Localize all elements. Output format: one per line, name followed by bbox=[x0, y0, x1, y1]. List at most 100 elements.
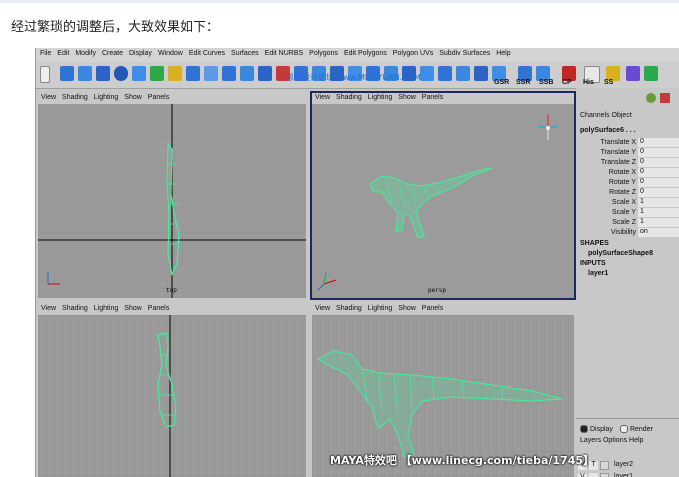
channel-box-panel: Channels Object polySurface6 . . . Trans… bbox=[576, 88, 679, 477]
vp-menu-shading[interactable]: Shading bbox=[333, 304, 365, 312]
vp-menu-show[interactable]: Show bbox=[121, 93, 145, 101]
channel-row[interactable]: Scale X1 bbox=[576, 198, 679, 208]
menu-modify[interactable]: Modify bbox=[71, 48, 98, 57]
layer-row[interactable]: V layer1 bbox=[578, 473, 678, 477]
channel-value[interactable]: 0 bbox=[638, 178, 679, 187]
shelf-tool-icon[interactable] bbox=[258, 66, 272, 81]
vp-menu-panels[interactable]: Panels bbox=[145, 304, 172, 312]
shelf-tool-icon[interactable] bbox=[240, 66, 254, 81]
viewport-persp[interactable]: View Shading Lighting Show Panels persp bbox=[310, 91, 576, 300]
vp-menu-lighting[interactable]: Lighting bbox=[91, 93, 122, 101]
channel-row[interactable]: Visibility on bbox=[576, 228, 679, 238]
layer-color-swatch[interactable] bbox=[600, 473, 609, 477]
vp-menu-panels[interactable]: Panels bbox=[419, 304, 446, 312]
menu-edit-nurbs[interactable]: Edit NURBS bbox=[261, 48, 306, 57]
layer-visibility-toggle[interactable]: V bbox=[578, 473, 587, 477]
menu-edit-curves[interactable]: Edit Curves bbox=[185, 48, 227, 57]
vp-menu-show[interactable]: Show bbox=[395, 93, 419, 101]
shelf-tool-icon[interactable] bbox=[420, 66, 434, 81]
vp-menu-view[interactable]: View bbox=[38, 93, 59, 101]
channel-value[interactable]: 1 bbox=[638, 198, 679, 207]
input-name[interactable]: layer1 bbox=[588, 270, 608, 277]
vp-menu-shading[interactable]: Shading bbox=[59, 93, 91, 101]
channel-value[interactable]: 1 bbox=[638, 208, 679, 217]
object-name[interactable]: polySurface6 . . . bbox=[580, 127, 636, 134]
layer-menu-help[interactable]: Help bbox=[629, 437, 643, 444]
shelf-tool-icon[interactable] bbox=[626, 66, 640, 81]
channel-value[interactable]: 0 bbox=[638, 168, 679, 177]
viewport-top[interactable]: View Shading Lighting Show Panels top bbox=[38, 93, 306, 298]
vp-menu-shading[interactable]: Shading bbox=[59, 304, 91, 312]
menu-surfaces[interactable]: Surfaces bbox=[227, 48, 261, 57]
menu-file[interactable]: File bbox=[36, 48, 53, 57]
shelf-handle-icon[interactable] bbox=[40, 66, 50, 83]
shelf-tool-icon[interactable] bbox=[222, 66, 236, 81]
vp-menu-panels[interactable]: Panels bbox=[419, 93, 446, 101]
shelf-label-gsr: GSR bbox=[494, 79, 510, 86]
menu-subdiv-surfaces[interactable]: Subdiv Surfaces bbox=[435, 48, 492, 57]
menu-polygons[interactable]: Polygons bbox=[305, 48, 340, 57]
vp-menu-view[interactable]: View bbox=[312, 93, 333, 101]
panel-toolbar-icon[interactable] bbox=[646, 93, 656, 103]
channel-row[interactable]: Rotate Z0 bbox=[576, 188, 679, 198]
tab-object[interactable]: Object bbox=[612, 112, 632, 119]
vp-menu-view[interactable]: View bbox=[38, 304, 59, 312]
vp-menu-shading[interactable]: Shading bbox=[333, 93, 365, 101]
vp-menu-lighting[interactable]: Lighting bbox=[365, 93, 396, 101]
shelf-tool-icon[interactable] bbox=[644, 66, 658, 81]
channel-row[interactable]: Translate Z0 bbox=[576, 158, 679, 168]
layer-name[interactable]: layer2 bbox=[614, 461, 633, 468]
shelf-tool-icon[interactable] bbox=[474, 66, 488, 81]
vp-menu-lighting[interactable]: Lighting bbox=[365, 304, 396, 312]
viewport-persp-canvas bbox=[312, 104, 574, 298]
vp-menu-show[interactable]: Show bbox=[121, 304, 145, 312]
vp-menu-lighting[interactable]: Lighting bbox=[91, 304, 122, 312]
channel-row[interactable]: Rotate X0 bbox=[576, 168, 679, 178]
layer-color-swatch[interactable] bbox=[600, 461, 609, 470]
menu-help[interactable]: Help bbox=[492, 48, 512, 57]
shelf-tool-icon[interactable] bbox=[96, 66, 110, 81]
shape-name[interactable]: polySurfaceShape8 bbox=[588, 250, 653, 257]
layer-template-toggle[interactable] bbox=[589, 473, 598, 477]
channel-row[interactable]: Rotate Y0 bbox=[576, 178, 679, 188]
channel-name: Translate X bbox=[600, 139, 636, 146]
shelf-tool-icon[interactable] bbox=[150, 66, 164, 81]
shelf-tool-icon[interactable] bbox=[132, 66, 146, 81]
shelf-tool-icon[interactable] bbox=[438, 66, 452, 81]
channel-value[interactable]: 0 bbox=[638, 138, 679, 147]
menu-window[interactable]: Window bbox=[154, 48, 185, 57]
shelf-tool-icon[interactable] bbox=[78, 66, 92, 81]
layer-menu-layers[interactable]: Layers bbox=[580, 437, 601, 444]
shelf-tool-icon[interactable] bbox=[60, 66, 74, 81]
channel-value[interactable]: 0 bbox=[638, 148, 679, 157]
layer-name[interactable]: layer1 bbox=[614, 473, 633, 477]
menu-display[interactable]: Display bbox=[125, 48, 154, 57]
render-radio[interactable]: Render bbox=[620, 425, 653, 433]
menu-polygon-uvs[interactable]: Polygon UVs bbox=[389, 48, 435, 57]
viewport-side[interactable]: View Shading Lighting Show Panels bbox=[38, 304, 306, 477]
channel-row[interactable]: Translate X0 bbox=[576, 138, 679, 148]
channel-row[interactable]: Scale Z1 bbox=[576, 218, 679, 228]
channel-value[interactable]: 1 bbox=[638, 218, 679, 227]
shelf-watermark: 思缘设计论坛 www.MISSYUAN.COM bbox=[286, 73, 421, 82]
vp-menu-show[interactable]: Show bbox=[395, 304, 419, 312]
display-radio[interactable]: Display bbox=[580, 425, 613, 433]
channel-value[interactable]: on bbox=[638, 228, 679, 237]
channel-row[interactable]: Translate Y0 bbox=[576, 148, 679, 158]
channel-value[interactable]: 0 bbox=[638, 158, 679, 167]
tab-channels[interactable]: Channels bbox=[580, 112, 610, 119]
shelf-tool-icon[interactable] bbox=[186, 66, 200, 81]
panel-toolbar-icon[interactable] bbox=[660, 93, 670, 103]
shelf-tool-icon[interactable] bbox=[456, 66, 470, 81]
vp-menu-view[interactable]: View bbox=[312, 304, 333, 312]
channel-row[interactable]: Scale Y1 bbox=[576, 208, 679, 218]
menu-create[interactable]: Create bbox=[98, 48, 125, 57]
shelf-tool-icon[interactable] bbox=[114, 66, 128, 81]
shelf-tool-icon[interactable] bbox=[204, 66, 218, 81]
menu-edit[interactable]: Edit bbox=[53, 48, 71, 57]
layer-menu-options[interactable]: Options bbox=[603, 437, 627, 444]
vp-menu-panels[interactable]: Panels bbox=[145, 93, 172, 101]
channel-value[interactable]: 0 bbox=[638, 188, 679, 197]
shelf-tool-icon[interactable] bbox=[168, 66, 182, 81]
menu-edit-polygons[interactable]: Edit Polygons bbox=[340, 48, 389, 57]
